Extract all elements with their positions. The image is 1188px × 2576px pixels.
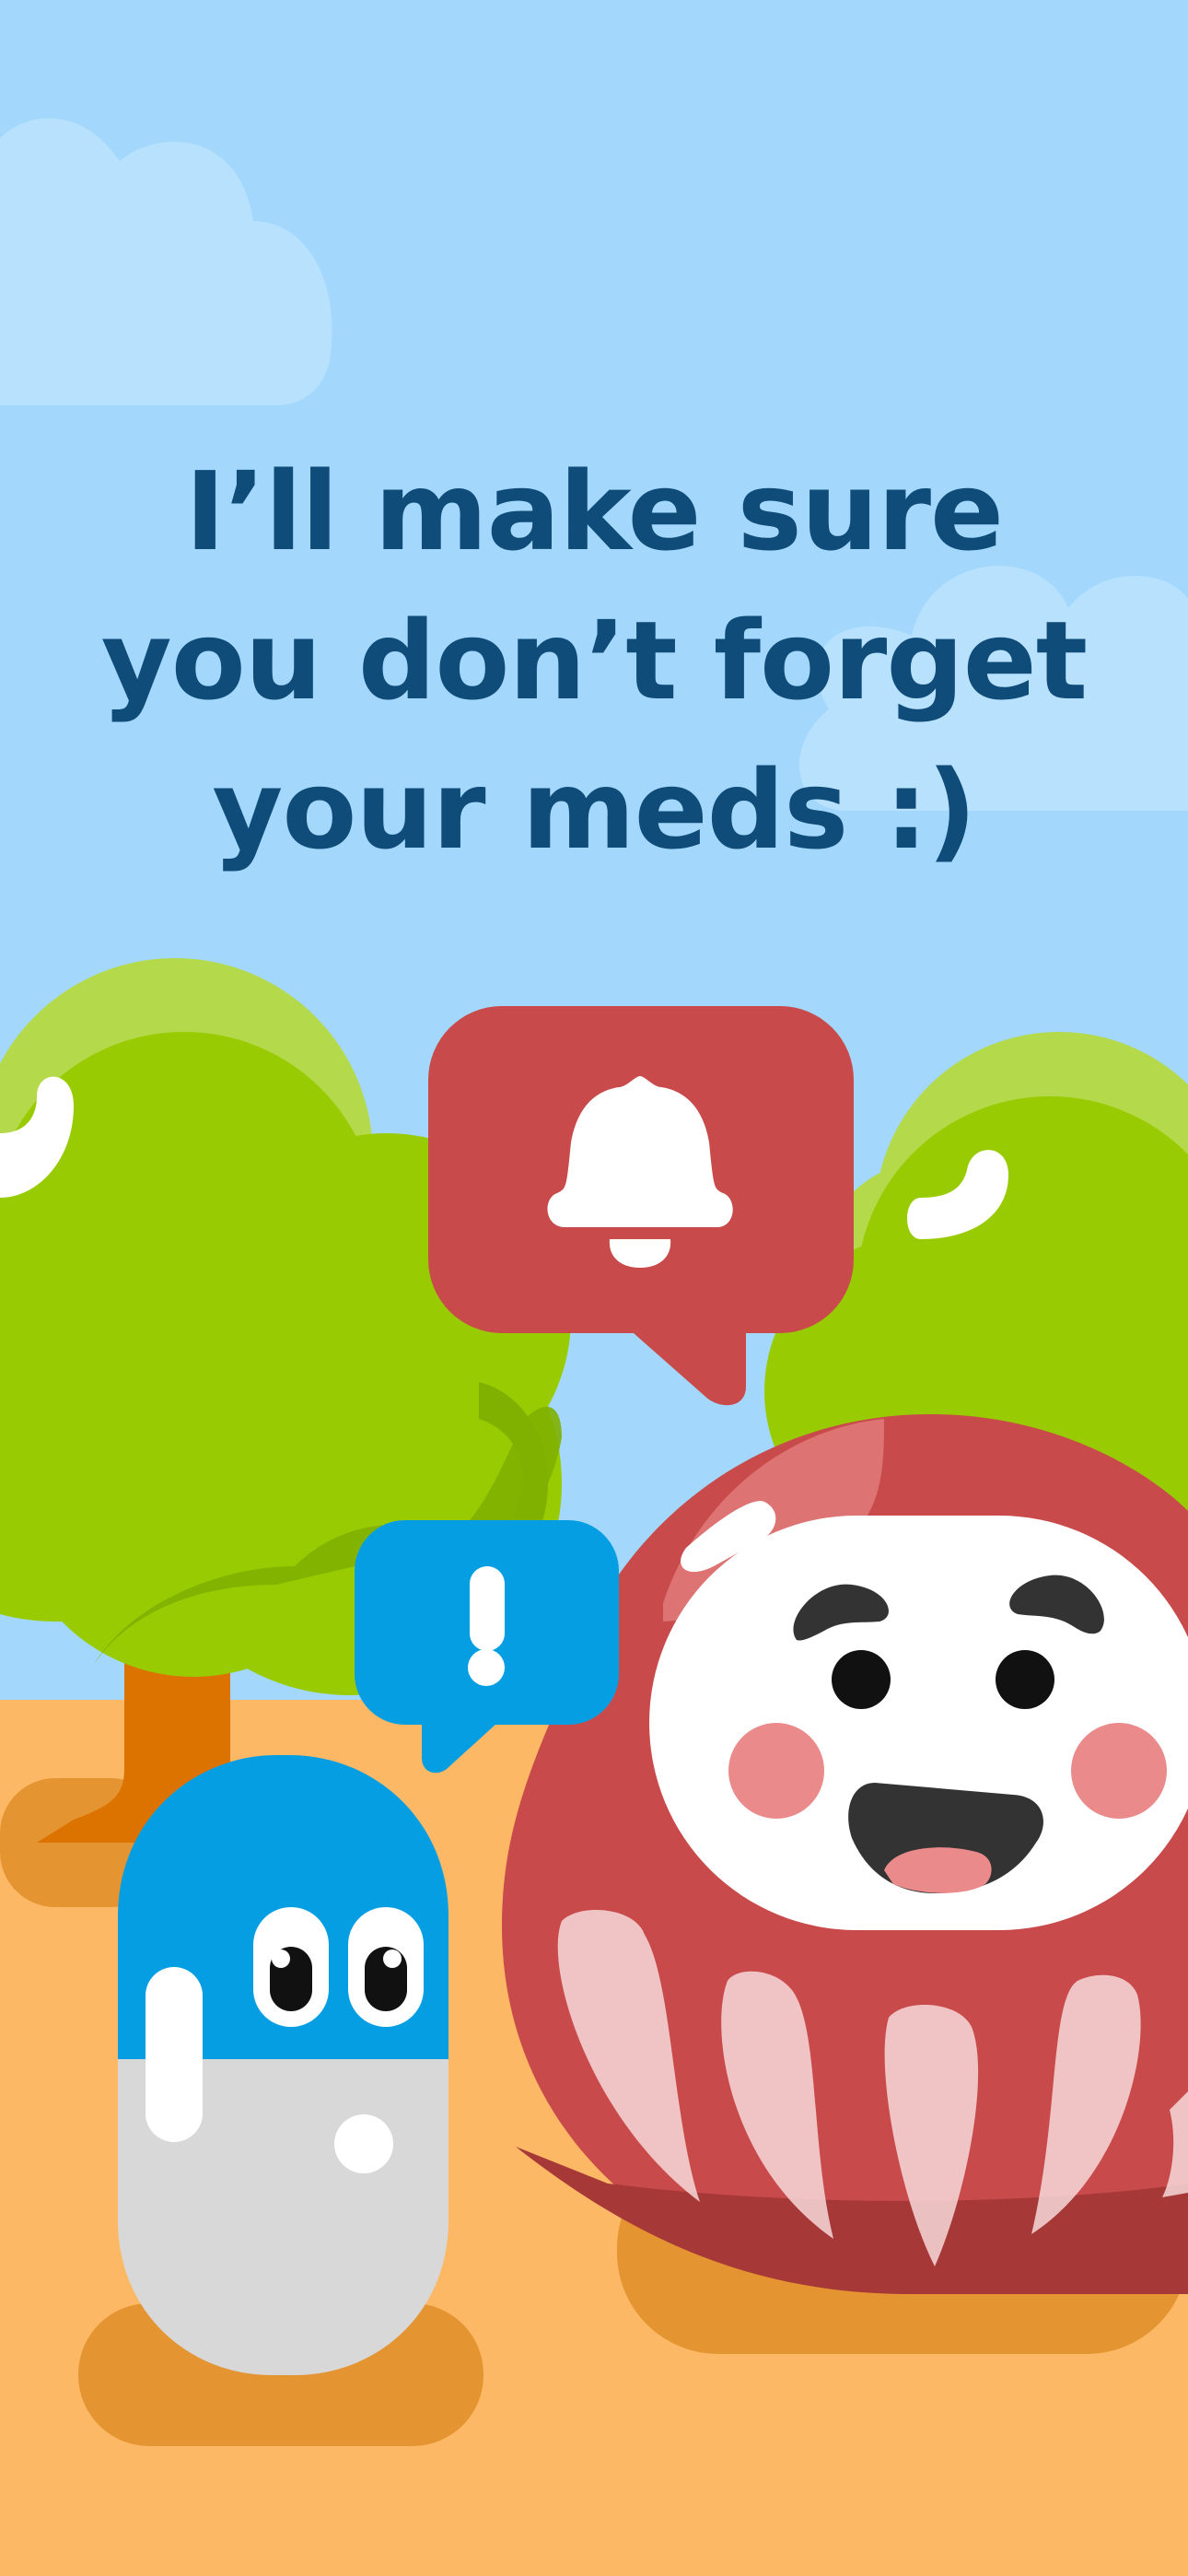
- headline-line-2: you don’t forget: [100, 597, 1088, 725]
- headline-line-1: I’ll make sure: [184, 448, 1004, 576]
- illustration: [0, 0, 1188, 2576]
- onboarding-screen: I’ll make sure you don’t forget your med…: [0, 0, 1188, 2576]
- headline: I’ll make sure you don’t forget your med…: [0, 437, 1188, 884]
- headline-line-3: your meds :): [212, 746, 976, 874]
- pill-character: [118, 1755, 448, 2375]
- exclamation-icon: [468, 1566, 505, 1686]
